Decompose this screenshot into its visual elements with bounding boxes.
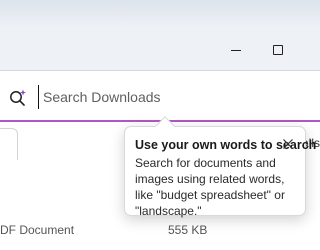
minimize-button[interactable] [224, 38, 248, 62]
tip-close-button[interactable] [279, 135, 297, 153]
minimize-icon [231, 49, 241, 51]
tip-body: Search for documents and images using re… [135, 156, 285, 218]
file-size-cell: 555 KB [168, 223, 208, 237]
maximize-icon [273, 45, 283, 55]
search-bar [0, 70, 320, 122]
file-type-cell: DF Document [0, 223, 75, 237]
title-bar-top [0, 0, 320, 28]
tip-title: Use your own words to search [135, 138, 317, 152]
sparkle-search-icon[interactable] [8, 88, 28, 108]
search-input[interactable] [38, 85, 308, 109]
close-icon [283, 139, 293, 149]
maximize-button[interactable] [266, 38, 290, 62]
tab-edge[interactable] [0, 128, 18, 160]
teaching-tip: Use your own words to search Search for … [124, 126, 317, 218]
title-bar [0, 0, 320, 70]
